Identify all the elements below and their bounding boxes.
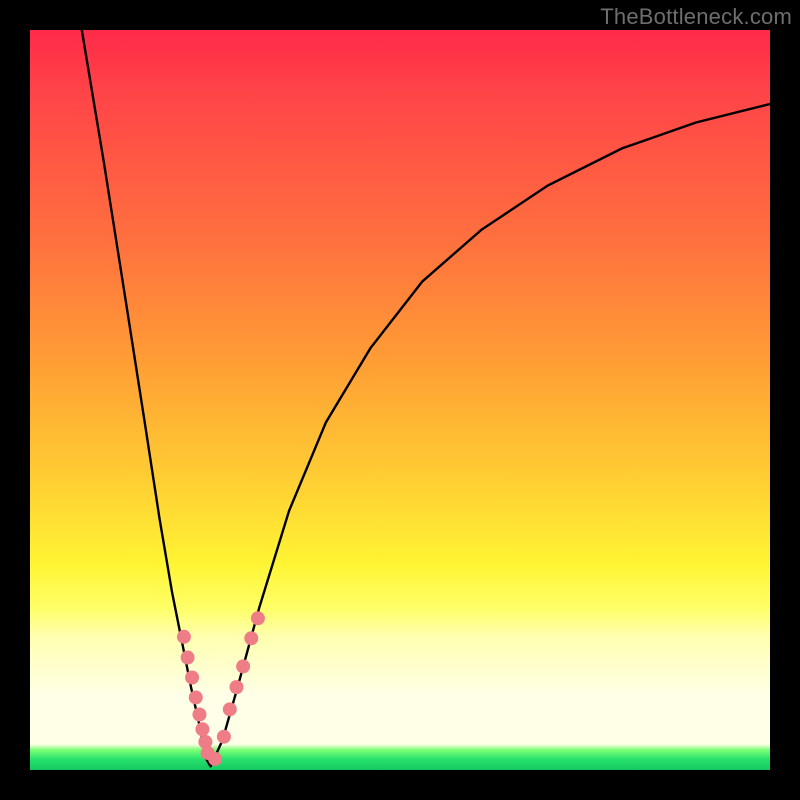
data-marker (217, 730, 231, 744)
curve-right-branch (211, 104, 770, 766)
watermark-text: TheBottleneck.com (600, 4, 792, 30)
data-marker (192, 708, 206, 722)
data-marker (181, 651, 195, 665)
data-marker (208, 752, 222, 766)
data-marker (195, 722, 209, 736)
chart-frame: TheBottleneck.com (0, 0, 800, 800)
data-marker (223, 702, 237, 716)
data-marker (251, 611, 265, 625)
data-marker (244, 631, 258, 645)
data-marker (177, 630, 191, 644)
chart-overlay (30, 30, 770, 770)
data-marker (189, 690, 203, 704)
plot-area (30, 30, 770, 770)
data-marker (236, 659, 250, 673)
markers-right-group (208, 611, 265, 766)
data-marker (185, 671, 199, 685)
data-marker (229, 680, 243, 694)
